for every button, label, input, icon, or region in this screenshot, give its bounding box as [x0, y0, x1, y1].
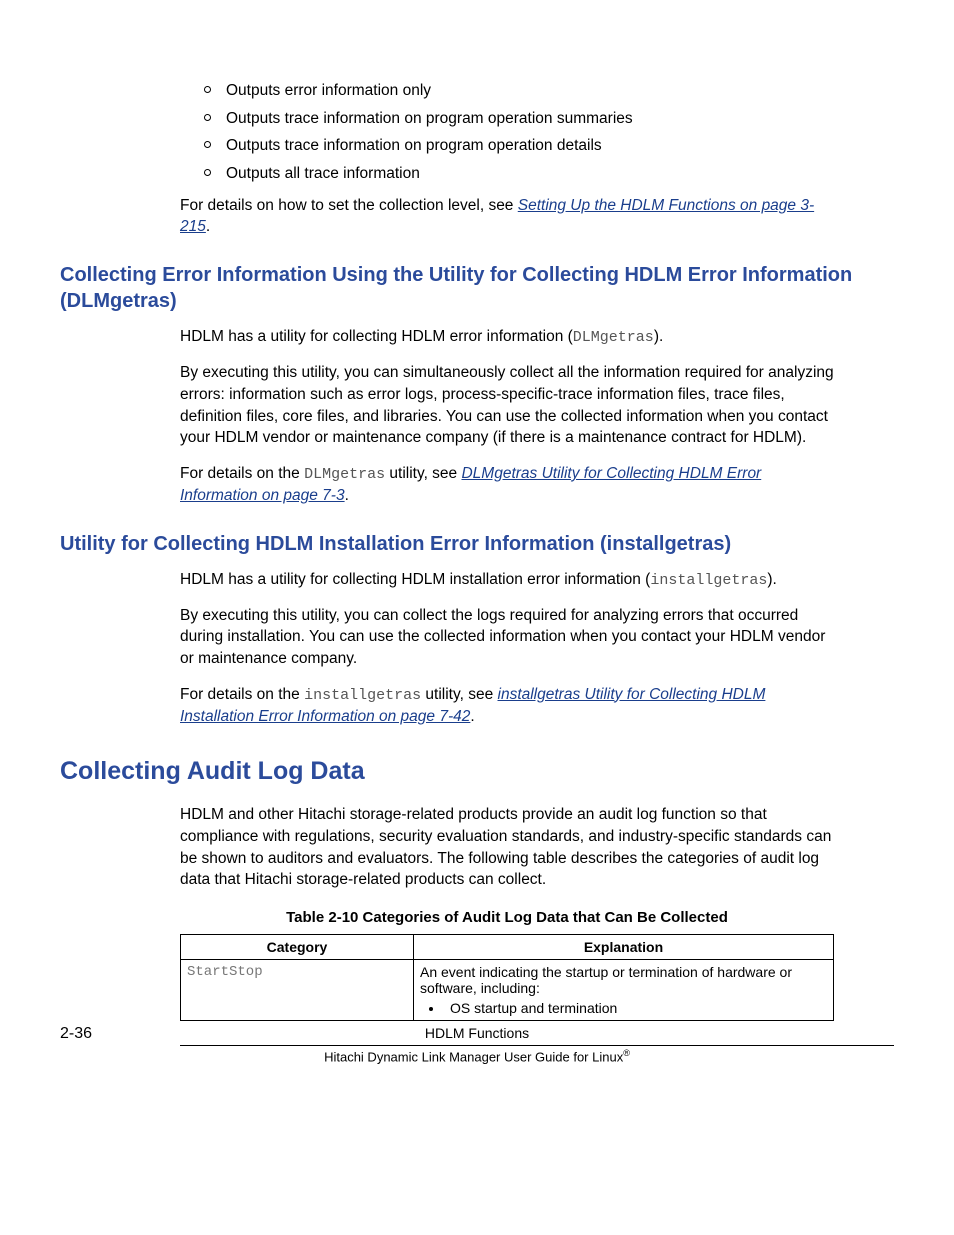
registered-mark: ®	[623, 1048, 630, 1058]
text-segment: For details on how to set the collection…	[180, 197, 518, 214]
table-row: StartStop An event indicating the startu…	[181, 960, 834, 1021]
code-installgetras: installgetras	[650, 572, 767, 589]
page-number: 2-36	[60, 1025, 92, 1043]
th-category: Category	[181, 935, 414, 960]
text-segment: HDLM has a utility for collecting HDLM e…	[180, 328, 573, 345]
dlmgetras-ref: For details on the DLMgetras utility, se…	[180, 463, 834, 507]
code-dlmgetras: DLMgetras	[304, 466, 385, 483]
th-explanation: Explanation	[414, 935, 834, 960]
text-segment: ).	[654, 328, 663, 345]
text-segment: For details on the	[180, 465, 304, 482]
dlmgetras-description: By executing this utility, you can simul…	[180, 362, 834, 449]
dlmgetras-intro: HDLM has a utility for collecting HDLM e…	[180, 326, 834, 348]
heading-audit-log: Collecting Audit Log Data	[60, 757, 894, 786]
text-segment: .	[206, 218, 210, 235]
text-segment: utility, see	[421, 686, 497, 703]
list-item: Outputs trace information on program ope…	[226, 135, 834, 157]
installgetras-intro: HDLM has a utility for collecting HDLM i…	[180, 569, 834, 591]
text-segment: For details on the	[180, 686, 304, 703]
page-footer: 2-36 HDLM Functions Hitachi Dynamic Link…	[60, 1025, 894, 1064]
text-segment: HDLM has a utility for collecting HDLM i…	[180, 571, 650, 588]
heading-installgetras: Utility for Collecting HDLM Installation…	[60, 531, 894, 557]
list-item: Outputs trace information on program ope…	[226, 108, 834, 130]
footer-doc-title: Hitachi Dynamic Link Manager User Guide …	[60, 1048, 894, 1064]
list-item: Outputs error information only	[226, 80, 834, 102]
text-segment: ).	[767, 571, 776, 588]
list-item: OS startup and termination	[444, 1000, 827, 1016]
collection-level-para: For details on how to set the collection…	[180, 195, 834, 238]
explanation-list: OS startup and termination	[444, 1000, 827, 1016]
list-item: Outputs all trace information	[226, 163, 834, 185]
audit-log-intro: HDLM and other Hitachi storage-related p…	[180, 804, 834, 891]
installgetras-ref: For details on the installgetras utility…	[180, 684, 834, 728]
code-installgetras: installgetras	[304, 687, 421, 704]
audit-categories-table: Category Explanation StartStop An event …	[180, 934, 834, 1021]
text-segment: utility, see	[385, 465, 461, 482]
text-segment: An event indicating the startup or termi…	[420, 964, 792, 996]
text-segment: Hitachi Dynamic Link Manager User Guide …	[324, 1049, 623, 1064]
code-dlmgetras: DLMgetras	[573, 329, 654, 346]
text-segment: .	[345, 487, 349, 504]
heading-dlmgetras: Collecting Error Information Using the U…	[60, 262, 894, 314]
table-header-row: Category Explanation	[181, 935, 834, 960]
text-segment: .	[470, 708, 474, 725]
table-caption: Table 2-10 Categories of Audit Log Data …	[180, 909, 834, 926]
footer-rule	[180, 1045, 894, 1046]
cell-category: StartStop	[181, 960, 414, 1021]
installgetras-description: By executing this utility, you can colle…	[180, 605, 834, 670]
cell-explanation: An event indicating the startup or termi…	[414, 960, 834, 1021]
footer-section-title: HDLM Functions	[60, 1025, 894, 1041]
trace-level-list: Outputs error information only Outputs t…	[180, 80, 834, 185]
